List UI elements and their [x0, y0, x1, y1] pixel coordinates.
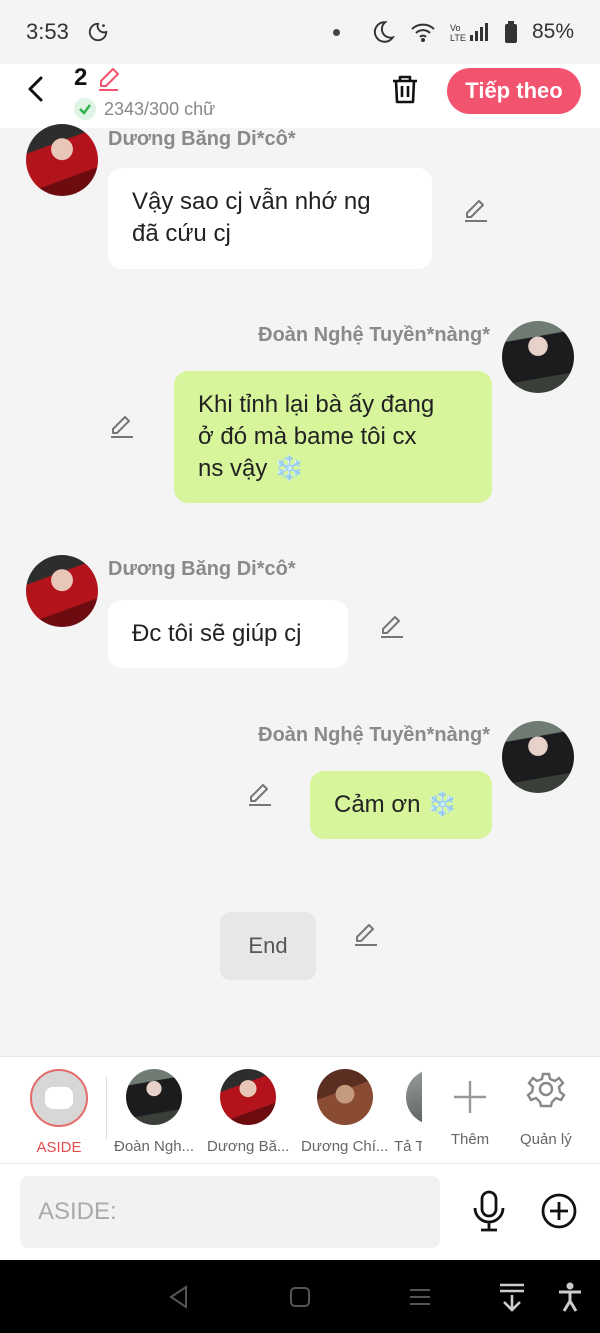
- system-nav-bar: [0, 1260, 600, 1333]
- svg-text:Vo: Vo: [450, 23, 461, 33]
- aside-icon: [30, 1069, 88, 1127]
- edit-pencil-icon[interactable]: [96, 66, 122, 92]
- sender-name: Đoàn Nghệ Tuyền*nàng*: [258, 324, 490, 346]
- character-label: Quản lý: [520, 1131, 572, 1148]
- add-attachment-icon[interactable]: [540, 1192, 578, 1230]
- nav-back-icon[interactable]: [166, 1284, 192, 1310]
- avatar: [126, 1069, 183, 1125]
- message-bubble[interactable]: Đc tôi sẽ giúp cj: [108, 600, 348, 668]
- accessibility-icon[interactable]: [556, 1282, 584, 1312]
- gear-icon: [526, 1072, 566, 1108]
- edit-message-icon[interactable]: [108, 412, 136, 440]
- message-line: Đc tôi sẽ giúp cj: [132, 620, 302, 647]
- edit-message-icon[interactable]: [378, 612, 406, 640]
- word-count-status: 2343/300 chữ: [74, 98, 215, 120]
- svg-text:LTE: LTE: [450, 33, 466, 43]
- battery-icon: [504, 21, 517, 43]
- trash-icon[interactable]: [388, 72, 422, 106]
- plus-icon: [454, 1081, 486, 1113]
- character-label: Dương Chí...: [301, 1138, 389, 1155]
- character-label: ASIDE: [36, 1139, 82, 1156]
- back-arrow-icon[interactable]: [22, 74, 52, 104]
- top-bar: 2 2343/300 chữ Tiếp theo: [0, 64, 600, 128]
- avatar[interactable]: [502, 321, 574, 393]
- character-label: Dương Bă...: [207, 1138, 290, 1155]
- next-button[interactable]: Tiếp theo: [447, 68, 581, 114]
- sender-name: Đoàn Nghệ Tuyền*nàng*: [258, 724, 490, 746]
- end-marker[interactable]: End: [220, 912, 316, 980]
- do-not-disturb-icon: [88, 22, 107, 42]
- status-time: 3:53: [26, 19, 69, 44]
- battery-level: 85%: [531, 20, 574, 43]
- notification-dot-icon: [332, 28, 340, 36]
- check-icon: [74, 98, 96, 120]
- message-line: Cảm ơn ❄️: [334, 791, 457, 818]
- nav-recents-icon[interactable]: [407, 1284, 433, 1310]
- character-doan-nghe[interactable]: Đoàn Ngh...: [114, 1069, 194, 1155]
- character-label: Đoàn Ngh...: [114, 1138, 195, 1155]
- avatar: [316, 1069, 373, 1125]
- message-line: ở đó mà bame tôi cx: [198, 423, 417, 450]
- word-count: 2343/300 chữ: [104, 98, 216, 119]
- message-line: Khi tỉnh lại bà ấy đang: [198, 391, 435, 418]
- message-line: đã cứu cj: [132, 220, 231, 247]
- microphone-icon[interactable]: [470, 1190, 508, 1232]
- nav-expand-icon[interactable]: [498, 1282, 526, 1312]
- avatar[interactable]: [26, 555, 98, 627]
- input-bar: ASIDE:: [0, 1164, 600, 1260]
- wifi-icon: [411, 23, 435, 42]
- message-bubble[interactable]: Khi tỉnh lại bà ấy đang ở đó mà bame tôi…: [174, 371, 492, 503]
- avatar[interactable]: [502, 721, 574, 793]
- edit-message-icon[interactable]: [462, 196, 490, 224]
- avatar[interactable]: [26, 124, 98, 196]
- character-ta[interactable]: Tả T: [394, 1069, 422, 1155]
- message-line: Vậy sao cj vẫn nhớ ng: [132, 188, 371, 215]
- avatar: [220, 1069, 277, 1125]
- message-bubble[interactable]: Cảm ơn ❄️: [310, 771, 492, 839]
- manage-button[interactable]: Quản lý: [520, 1069, 572, 1148]
- message-input[interactable]: ASIDE:: [20, 1176, 440, 1248]
- chapter-count: 2: [74, 64, 88, 91]
- character-label: Thêm: [450, 1131, 490, 1148]
- character-selector: ASIDE Đoàn Ngh... Dương Bă... Dương Chí.…: [0, 1056, 600, 1164]
- moon-icon: [373, 21, 395, 43]
- avatar: [406, 1069, 422, 1125]
- message-line: ns vậy ❄️: [198, 455, 304, 482]
- edit-message-icon[interactable]: [246, 780, 274, 808]
- sender-name: Dương Băng Di*cô*: [108, 558, 296, 580]
- chat-area: Dương Băng Di*cô* Vậy sao cj vẫn nhớ ng …: [0, 124, 600, 1056]
- sender-name: Dương Băng Di*cô*: [108, 128, 296, 150]
- message-bubble[interactable]: Vậy sao cj vẫn nhớ ng đã cứu cj: [108, 168, 432, 269]
- status-bar: 3:53 Vo LTE 85%: [0, 0, 600, 64]
- signal-icon: VoLTE: [450, 23, 488, 43]
- nav-home-icon[interactable]: [287, 1284, 313, 1310]
- edit-end-icon[interactable]: [352, 920, 380, 948]
- divider: [106, 1077, 107, 1139]
- add-character-button[interactable]: Thêm: [450, 1069, 490, 1148]
- character-aside[interactable]: ASIDE: [30, 1069, 88, 1156]
- character-label: Tả T: [394, 1138, 422, 1155]
- character-duong-chi[interactable]: Dương Chí...: [301, 1069, 388, 1155]
- character-duong-bang[interactable]: Dương Bă...: [207, 1069, 289, 1155]
